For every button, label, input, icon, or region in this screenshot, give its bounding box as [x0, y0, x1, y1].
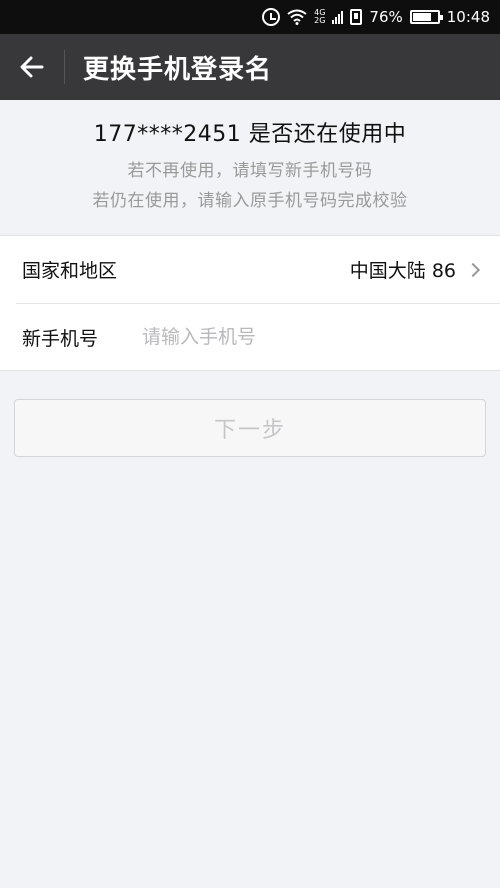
wifi-icon — [287, 9, 307, 25]
battery-percent: 76% — [369, 8, 403, 26]
arrow-left-icon — [20, 56, 44, 78]
country-region-value: 中国大陆 86 — [349, 260, 456, 282]
battery-level-fill — [412, 13, 431, 21]
status-bar: 4G 2G 76% 10:48 — [0, 0, 500, 34]
app-header: 更换手机登录名 — [0, 34, 500, 100]
sim-card-icon — [350, 9, 363, 25]
new-phone-input[interactable] — [142, 326, 443, 348]
next-button-wrapper: 下一步 — [0, 371, 500, 457]
alarm-icon — [262, 8, 281, 26]
clock: 10:48 — [446, 8, 490, 26]
header-divider — [64, 50, 65, 84]
instruction-line-1: 若不再使用，请填写新手机号码 — [127, 161, 373, 181]
new-phone-row: 新手机号 — [16, 303, 500, 370]
phone-form: 国家和地区 中国大陆 86 新手机号 — [0, 235, 500, 371]
country-region-label: 国家和地区 — [22, 260, 118, 282]
chevron-right-icon — [465, 262, 481, 277]
new-phone-label: 新手机号 — [22, 327, 99, 350]
signal-strength-icon — [332, 10, 344, 24]
country-region-row[interactable]: 国家和地区 中国大陆 86 — [0, 236, 500, 303]
battery-icon — [409, 10, 443, 24]
page-title: 更换手机登录名 — [83, 54, 273, 85]
next-step-button[interactable]: 下一步 — [14, 399, 486, 457]
back-button[interactable] — [0, 34, 64, 100]
intro-section: 177****2451 是否还在使用中 若不再使用，请填写新手机号码 若仍在使用… — [0, 100, 500, 235]
instruction-line-2: 若仍在使用，请输入原手机号码完成校验 — [92, 191, 408, 211]
network-type-indicator: 4G 2G — [314, 8, 326, 25]
current-phone-question: 177****2451 是否还在使用中 — [93, 122, 407, 147]
